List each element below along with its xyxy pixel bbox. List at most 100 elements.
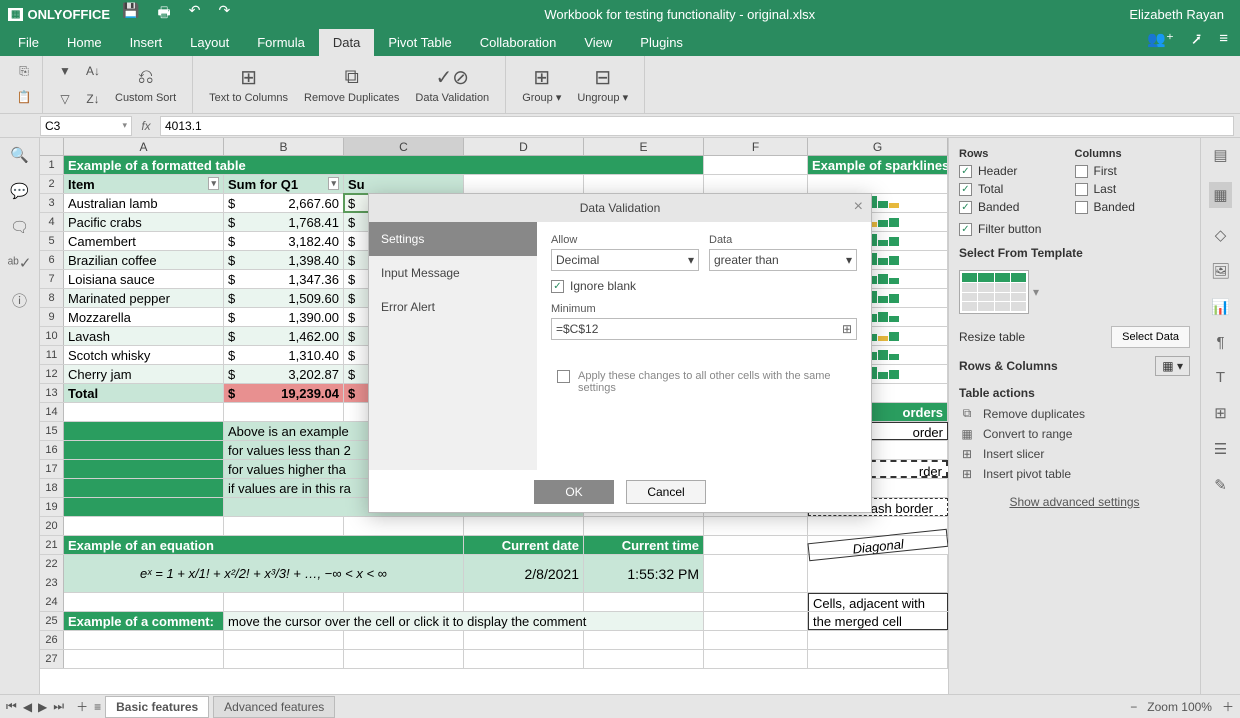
cell[interactable]: $3,182.40 xyxy=(224,232,344,250)
allow-select[interactable]: Decimal▾ xyxy=(551,249,699,271)
sheet-list-icon[interactable]: ≡ xyxy=(94,700,101,714)
fx-label[interactable]: fx xyxy=(136,119,156,133)
sheet-nav-last-icon[interactable]: ⏭ xyxy=(53,699,64,714)
ok-button[interactable]: OK xyxy=(534,480,614,504)
filter-arrow-icon[interactable]: ▾ xyxy=(208,177,219,190)
table-settings-icon[interactable]: ▦ xyxy=(1209,182,1231,208)
cell[interactable]: $2,667.60 xyxy=(224,194,344,212)
row-header[interactable]: 8 xyxy=(40,289,64,307)
close-icon[interactable]: × xyxy=(854,198,863,216)
undo-icon[interactable]: ↶ xyxy=(189,2,201,26)
select-data-button[interactable]: Select Data xyxy=(1111,326,1190,348)
apply-all-checkbox[interactable] xyxy=(557,370,570,383)
convert-range-link[interactable]: ▦Convert to range xyxy=(959,427,1190,441)
checkbox-last[interactable] xyxy=(1075,183,1088,196)
cell[interactable]: Cherry jam xyxy=(64,365,224,383)
menu-data[interactable]: Data xyxy=(319,29,374,56)
menu-plugins[interactable]: Plugins xyxy=(626,29,697,56)
paste-icon[interactable]: 📋 xyxy=(12,88,36,108)
row-header[interactable]: 12 xyxy=(40,365,64,383)
checkbox-filter[interactable] xyxy=(959,223,972,236)
cell[interactable]: Example of sparklines xyxy=(808,156,948,174)
sort-az-icon[interactable]: A↓ xyxy=(81,59,105,83)
cell[interactable]: Brazilian coffee xyxy=(64,251,224,269)
dialog-tab-error-alert[interactable]: Error Alert xyxy=(369,290,537,324)
row-header[interactable]: 7 xyxy=(40,270,64,288)
text-to-columns-button[interactable]: ⊞ Text to Columns xyxy=(203,64,294,106)
menu-pivot[interactable]: Pivot Table xyxy=(374,29,465,56)
menu-file[interactable]: File xyxy=(4,29,53,56)
feedback-icon[interactable]: ⓘ xyxy=(12,290,27,311)
copy-icon[interactable]: ⎘ xyxy=(12,62,36,82)
redo-icon[interactable]: ↷ xyxy=(218,2,230,26)
filter-icon[interactable]: ▽ xyxy=(53,87,77,111)
cell-settings-icon[interactable]: ▤ xyxy=(1213,146,1227,164)
cell[interactable]: Marinated pepper xyxy=(64,289,224,307)
range-select-icon[interactable]: ⊞ xyxy=(842,322,852,336)
cell[interactable]: $1,390.00 xyxy=(224,308,344,326)
dialog-tab-settings[interactable]: Settings xyxy=(369,222,537,256)
print-icon[interactable]: 🖶 xyxy=(157,2,170,26)
group-button[interactable]: ⊞ Group ▾ xyxy=(516,63,567,106)
sheet-nav-first-icon[interactable]: ⏮ xyxy=(6,699,17,714)
sheet-tab-basic[interactable]: Basic features xyxy=(105,696,209,718)
col-header-f[interactable]: F xyxy=(704,138,808,155)
cell[interactable]: Pacific crabs xyxy=(64,213,224,231)
cell[interactable]: Example of a formatted table xyxy=(64,156,704,174)
menu-insert[interactable]: Insert xyxy=(116,29,177,56)
chart-settings-icon[interactable]: 📊 xyxy=(1211,298,1230,316)
cell[interactable]: $1,310.40 xyxy=(224,346,344,364)
chat-icon[interactable]: 🗨 xyxy=(10,218,29,236)
name-box[interactable]: C3▾ xyxy=(40,116,132,136)
col-header-g[interactable]: G xyxy=(808,138,948,155)
cell[interactable]: $1,398.40 xyxy=(224,251,344,269)
cell[interactable]: $1,347.36 xyxy=(224,270,344,288)
cell[interactable]: Camembert xyxy=(64,232,224,250)
checkbox-total[interactable] xyxy=(959,183,972,196)
user-name[interactable]: Elizabeth Rayan xyxy=(1129,7,1224,22)
cell[interactable]: $1,509.60 xyxy=(224,289,344,307)
shape-settings-icon[interactable]: ◇ xyxy=(1215,226,1227,244)
cell[interactable]: $3,202.87 xyxy=(224,365,344,383)
formula-input[interactable]: 4013.1 xyxy=(160,116,1234,136)
signature-icon[interactable]: ✎ xyxy=(1214,476,1227,494)
sheet-nav-next-icon[interactable]: ▶ xyxy=(38,700,47,714)
cell[interactable]: Lavash xyxy=(64,327,224,345)
row-header[interactable]: 3 xyxy=(40,194,64,212)
sheet-tab-advanced[interactable]: Advanced features xyxy=(213,696,335,718)
row-header[interactable]: 1 xyxy=(40,156,64,174)
menu-view[interactable]: View xyxy=(570,29,626,56)
cell[interactable]: $1,462.00 xyxy=(224,327,344,345)
open-location-icon[interactable]: ⭷ xyxy=(1192,30,1201,55)
slicer-settings-icon[interactable]: ☰ xyxy=(1214,440,1227,458)
save-icon[interactable]: 💾 xyxy=(122,2,139,26)
cell[interactable]: $1,768.41 xyxy=(224,213,344,231)
ungroup-button[interactable]: ⊟ Ungroup ▾ xyxy=(571,63,634,106)
cell[interactable]: Loisiana sauce xyxy=(64,270,224,288)
row-header[interactable]: 4 xyxy=(40,213,64,231)
zoom-out-icon[interactable]: − xyxy=(1130,700,1137,714)
row-header[interactable]: 10 xyxy=(40,327,64,345)
row-header[interactable]: 9 xyxy=(40,308,64,326)
textart-settings-icon[interactable]: T xyxy=(1216,369,1225,386)
advanced-settings-link[interactable]: Show advanced settings xyxy=(959,495,1190,509)
col-header-c[interactable]: C xyxy=(344,138,464,155)
comments-icon[interactable]: 💬 xyxy=(10,182,29,200)
row-header[interactable]: 6 xyxy=(40,251,64,269)
cell[interactable]: Australian lamb xyxy=(64,194,224,212)
checkbox-first[interactable] xyxy=(1075,165,1088,178)
row-header[interactable]: 5 xyxy=(40,232,64,250)
data-select[interactable]: greater than▾ xyxy=(709,249,857,271)
col-header-b[interactable]: B xyxy=(224,138,344,155)
add-sheet-icon[interactable]: ＋ xyxy=(76,698,88,715)
dialog-tab-input-message[interactable]: Input Message xyxy=(369,256,537,290)
cancel-button[interactable]: Cancel xyxy=(626,480,706,504)
data-validation-button[interactable]: ✓⊘ Data Validation xyxy=(409,64,495,106)
menu-collaboration[interactable]: Collaboration xyxy=(466,29,571,56)
menu-home[interactable]: Home xyxy=(53,29,116,56)
insert-pivot-link[interactable]: ⊞Insert pivot table xyxy=(959,467,1190,481)
sort-za-icon[interactable]: Z↓ xyxy=(81,87,105,111)
cell[interactable]: Mozzarella xyxy=(64,308,224,326)
minimum-input[interactable]: =$C$12 ⊞ xyxy=(551,318,857,340)
checkbox-banded-rows[interactable] xyxy=(959,201,972,214)
